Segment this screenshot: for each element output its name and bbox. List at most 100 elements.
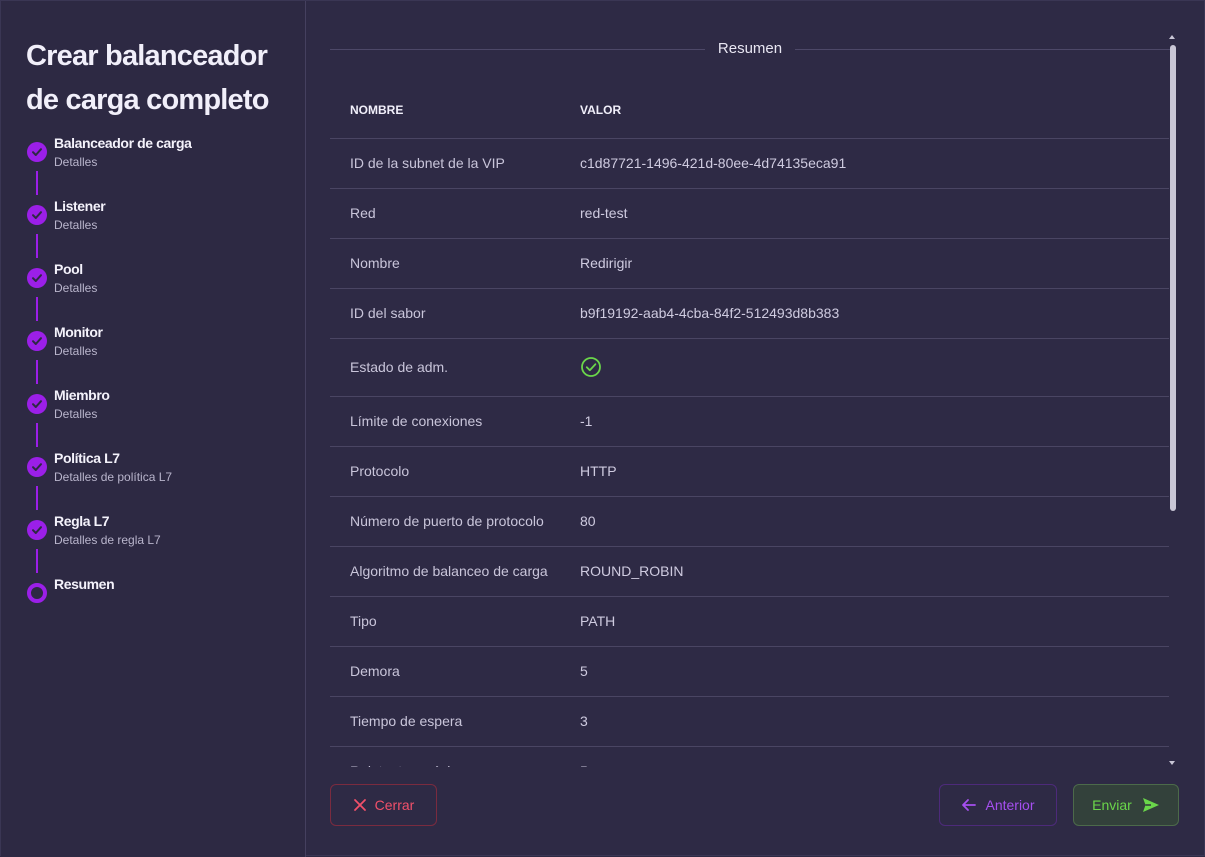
row-key: Red [330, 188, 560, 239]
scroll-up-arrow-icon[interactable] [1169, 35, 1175, 39]
step-complete-check-icon [27, 205, 47, 225]
scrollbar-thumb[interactable] [1170, 45, 1176, 511]
table-row: Protocolo HTTP [330, 446, 1169, 497]
step-listener[interactable]: Listener Detalles [26, 196, 296, 259]
step-connector [36, 549, 38, 573]
step-connector [36, 234, 38, 258]
send-icon [1142, 798, 1159, 812]
row-key: Reintentos máximos [330, 746, 560, 767]
step-name: Listener [54, 198, 106, 214]
row-value: HTTP [560, 446, 1169, 497]
row-value: PATH [560, 596, 1169, 647]
row-key: Tipo [330, 596, 560, 647]
table-row: Tiempo de espera 3 [330, 696, 1169, 747]
table-row: Reintentos máximos 5 [330, 746, 1169, 767]
row-key: Protocolo [330, 446, 560, 497]
row-value: 3 [560, 696, 1169, 747]
row-key: Algoritmo de balanceo de carga [330, 546, 560, 597]
step-member[interactable]: Miembro Detalles [26, 385, 296, 448]
step-connector [36, 297, 38, 321]
row-key: Estado de adm. [330, 338, 560, 397]
row-key: Demora [330, 646, 560, 697]
row-key: Tiempo de espera [330, 696, 560, 747]
step-complete-check-icon [27, 394, 47, 414]
step-name: Pool [54, 261, 83, 277]
step-l7-rule[interactable]: Regla L7 Detalles de regla L7 [26, 511, 296, 574]
close-icon [353, 799, 366, 811]
create-load-balancer-dialog: Crear balanceador de carga completo Bala… [0, 0, 1205, 857]
row-value: b9f19192-aab4-4cba-84f2-512493d8b383 [560, 288, 1169, 339]
summary-heading: Resumen [330, 39, 1170, 59]
step-description: Detalles [54, 218, 98, 232]
step-connector [36, 486, 38, 510]
row-key: ID de la subnet de la VIP [330, 138, 560, 189]
step-name: Monitor [54, 324, 103, 340]
step-name: Resumen [54, 576, 115, 592]
table-row: ID de la subnet de la VIP c1d87721-1496-… [330, 138, 1169, 189]
table-header-row: NOMBRE VALOR [330, 83, 1169, 139]
summary-panel: Resumen NOMBRE VALOR ID de la subnet de … [306, 1, 1205, 857]
step-summary[interactable]: Resumen [26, 574, 296, 637]
step-complete-check-icon [27, 331, 47, 351]
step-description: Detalles [54, 407, 98, 421]
table-row: Estado de adm. [330, 338, 1169, 397]
step-monitor[interactable]: Monitor Detalles [26, 322, 296, 385]
step-name: Política L7 [54, 450, 120, 466]
close-button-label: Cerrar [374, 797, 415, 813]
row-key: Número de puerto de protocolo [330, 496, 560, 547]
close-button[interactable]: Cerrar [330, 784, 437, 826]
summary-table: NOMBRE VALOR ID de la subnet de la VIP c… [330, 83, 1169, 767]
step-name: Miembro [54, 387, 110, 403]
table-row: Algoritmo de balanceo de carga ROUND_ROB… [330, 546, 1169, 597]
arrow-left-icon [962, 799, 977, 811]
submit-button-label: Enviar [1092, 797, 1132, 813]
step-l7-policy[interactable]: Política L7 Detalles de política L7 [26, 448, 296, 511]
table-row: Nombre Redirigir [330, 238, 1169, 289]
row-value: -1 [560, 396, 1169, 447]
row-value: c1d87721-1496-421d-80ee-4d74135eca91 [560, 138, 1169, 189]
step-description: Detalles de regla L7 [54, 533, 161, 547]
dialog-title: Crear balanceador de carga completo [26, 40, 269, 116]
wizard-sidebar: Crear balanceador de carga completo Bala… [1, 1, 306, 857]
step-description: Detalles [54, 344, 98, 358]
step-load-balancer[interactable]: Balanceador de carga Detalles [26, 133, 296, 196]
row-key: Nombre [330, 238, 560, 289]
row-key: Límite de conexiones [330, 396, 560, 447]
step-current-icon [27, 583, 47, 603]
previous-button-label: Anterior [985, 797, 1035, 813]
step-name: Balanceador de carga [54, 135, 192, 151]
step-complete-check-icon [27, 520, 47, 540]
column-header-value: VALOR [560, 83, 1169, 139]
scroll-down-arrow-icon[interactable] [1169, 761, 1175, 765]
step-complete-check-icon [27, 142, 47, 162]
row-value: 80 [560, 496, 1169, 547]
table-row: ID del sabor b9f19192-aab4-4cba-84f2-512… [330, 288, 1169, 339]
previous-button[interactable]: Anterior [939, 784, 1057, 826]
step-pool[interactable]: Pool Detalles [26, 259, 296, 322]
summary-table-container[interactable]: NOMBRE VALOR ID de la subnet de la VIP c… [330, 83, 1170, 767]
summary-heading-label: Resumen [705, 39, 795, 59]
column-header-name: NOMBRE [330, 83, 560, 139]
row-value: 5 [560, 646, 1169, 697]
row-value: Redirigir [560, 238, 1169, 289]
step-description: Detalles [54, 155, 98, 169]
step-name: Regla L7 [54, 513, 110, 529]
step-complete-check-icon [27, 457, 47, 477]
row-key: ID del sabor [330, 288, 560, 339]
step-connector [36, 423, 38, 447]
table-row: Límite de conexiones -1 [330, 396, 1169, 447]
row-value: ROUND_ROBIN [560, 546, 1169, 597]
submit-button[interactable]: Enviar [1073, 784, 1179, 826]
enabled-check-circle-icon [581, 357, 601, 377]
wizard-steps: Balanceador de carga Detalles Listener D… [26, 133, 296, 637]
row-value: red-test [560, 188, 1169, 239]
row-value [560, 338, 1169, 397]
step-complete-check-icon [27, 268, 47, 288]
table-row: Red red-test [330, 188, 1169, 239]
vertical-scrollbar[interactable] [1168, 35, 1178, 765]
table-row: Tipo PATH [330, 596, 1169, 647]
step-connector [36, 171, 38, 195]
row-value: 5 [560, 746, 1169, 767]
step-description: Detalles [54, 281, 98, 295]
table-row: Demora 5 [330, 646, 1169, 697]
